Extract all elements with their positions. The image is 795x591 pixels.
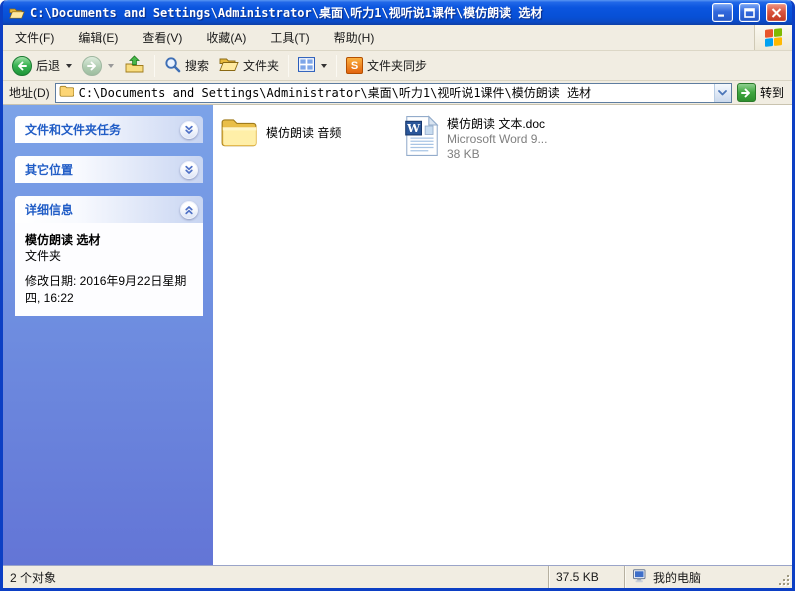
file-type: Microsoft Word 9... xyxy=(447,132,548,146)
menu-tools[interactable]: 工具(T) xyxy=(258,25,321,50)
search-button[interactable]: 搜索 xyxy=(159,54,214,78)
panel-file-tasks: 文件和文件夹任务 xyxy=(15,116,203,143)
file-item-word-doc[interactable]: W 模仿朗读 文本.doc Microsoft Word 9... 38 KB xyxy=(405,115,547,162)
back-label: 后退 xyxy=(36,59,61,73)
address-folder-icon xyxy=(56,85,76,100)
minimize-button[interactable] xyxy=(712,3,733,22)
window-title: C:\Documents and Settings\Administrator\… xyxy=(30,6,543,20)
address-input[interactable]: C:\Documents and Settings\Administrator\… xyxy=(54,82,732,103)
details-body: 模仿朗读 选材 文件夹 修改日期: 2016年9月22日星期四, 16:22 xyxy=(15,223,203,316)
file-list: 模仿朗读 音频 W 模仿朗读 文本.doc Microsoft Word 9..… xyxy=(213,105,792,565)
panel-title: 文件和文件夹任务 xyxy=(25,123,122,137)
forward-dropdown-icon[interactable] xyxy=(108,63,115,68)
file-name: 模仿朗读 音频 xyxy=(266,125,342,140)
details-folder-type: 文件夹 xyxy=(25,249,62,264)
address-dropdown-button[interactable] xyxy=(713,83,731,102)
address-value: C:\Documents and Settings\Administrator\… xyxy=(78,86,592,100)
forward-icon xyxy=(82,55,103,76)
folder-icon xyxy=(219,115,259,149)
status-zone-label: 我的电脑 xyxy=(653,570,702,585)
panel-details: 详细信息 模仿朗读 选材 文件夹 修改日期: 2016年9月22日星期四, 16… xyxy=(15,196,203,316)
my-computer-icon xyxy=(632,568,648,586)
search-icon xyxy=(164,56,181,76)
panel-file-tasks-header[interactable]: 文件和文件夹任务 xyxy=(15,116,203,143)
standard-toolbar: 后退 搜索 文件夹 S 文件夹同步 xyxy=(3,51,792,81)
address-label: 地址(D) xyxy=(9,86,50,100)
panel-title: 详细信息 xyxy=(25,203,74,217)
menu-spacer xyxy=(386,25,754,50)
toolbar-separator xyxy=(154,54,156,77)
menu-help[interactable]: 帮助(H) xyxy=(322,25,387,50)
search-label: 搜索 xyxy=(185,59,210,73)
toolbar-separator xyxy=(288,54,290,77)
word-document-icon: W xyxy=(405,115,439,157)
folders-label: 文件夹 xyxy=(243,59,280,73)
status-zone: 我的电脑 xyxy=(624,566,776,588)
title-bar: C:\Documents and Settings\Administrator\… xyxy=(3,0,792,25)
close-button[interactable] xyxy=(766,3,787,22)
chevron-up-icon[interactable] xyxy=(180,200,198,219)
file-size: 38 KB xyxy=(447,147,480,161)
menu-bar: 文件(F) 编辑(E) 查看(V) 收藏(A) 工具(T) 帮助(H) xyxy=(3,25,792,51)
chevron-down-icon[interactable] xyxy=(180,160,198,179)
folders-icon xyxy=(219,56,239,75)
explorer-window: C:\Documents and Settings\Administrator\… xyxy=(0,0,795,591)
up-folder-icon xyxy=(124,54,145,77)
back-dropdown-icon[interactable] xyxy=(66,63,73,68)
folder-sync-label: 文件夹同步 xyxy=(367,59,428,73)
views-dropdown-icon[interactable] xyxy=(321,63,328,68)
details-folder-name: 模仿朗读 选材 xyxy=(25,233,101,247)
windows-logo-icon xyxy=(754,25,792,50)
file-info: 模仿朗读 文本.doc Microsoft Word 9... 38 KB xyxy=(447,117,547,162)
maximize-button[interactable] xyxy=(739,3,760,22)
window-folder-icon xyxy=(9,6,25,20)
panel-title: 其它位置 xyxy=(25,163,74,177)
file-item-folder[interactable]: 模仿朗读 音频 xyxy=(219,115,399,149)
status-size: 37.5 KB xyxy=(548,566,624,588)
status-object-count: 2 个对象 xyxy=(10,570,57,585)
task-pane: 文件和文件夹任务 其它位置 详细信息 模仿朗读 选材 文件夹 修改日期: 201… xyxy=(3,105,213,565)
folders-button[interactable]: 文件夹 xyxy=(214,54,284,77)
menu-favorites[interactable]: 收藏(A) xyxy=(194,25,258,50)
views-icon xyxy=(298,56,316,75)
up-button[interactable] xyxy=(119,53,150,79)
go-button[interactable]: 转到 xyxy=(736,83,788,102)
folder-sync-icon: S xyxy=(346,57,364,74)
svg-text:W: W xyxy=(406,121,421,135)
panel-other-places-header[interactable]: 其它位置 xyxy=(15,156,203,183)
resize-grip[interactable] xyxy=(776,566,792,588)
back-button[interactable]: 后退 xyxy=(7,54,77,78)
file-name: 模仿朗读 文本.doc xyxy=(447,117,546,131)
folder-sync-button[interactable]: S 文件夹同步 xyxy=(341,55,432,76)
views-button[interactable] xyxy=(293,55,332,77)
panel-other-places: 其它位置 xyxy=(15,156,203,183)
content-area: 文件和文件夹任务 其它位置 详细信息 模仿朗读 选材 文件夹 修改日期: 201… xyxy=(3,105,792,565)
status-bar: 2 个对象 37.5 KB 我的电脑 xyxy=(3,565,792,588)
go-arrow-icon xyxy=(736,83,756,102)
forward-button[interactable] xyxy=(77,54,119,78)
address-bar: 地址(D) C:\Documents and Settings\Administ… xyxy=(3,81,792,105)
back-icon xyxy=(12,55,32,76)
go-label: 转到 xyxy=(759,86,784,100)
details-modified-date: 修改日期: 2016年9月22日星期四, 16:22 xyxy=(25,274,187,305)
panel-details-header[interactable]: 详细信息 xyxy=(15,196,203,223)
menu-view[interactable]: 查看(V) xyxy=(130,25,194,50)
menu-edit[interactable]: 编辑(E) xyxy=(66,25,130,50)
toolbar-separator xyxy=(336,54,338,77)
chevron-down-icon[interactable] xyxy=(180,120,198,139)
menu-file[interactable]: 文件(F) xyxy=(3,25,66,50)
